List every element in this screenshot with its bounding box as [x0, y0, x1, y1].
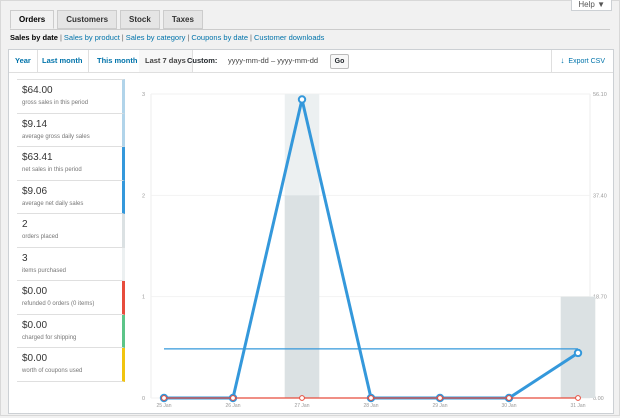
legend-item-shipping[interactable]: $0.00 charged for shipping [17, 314, 125, 348]
data-point [297, 95, 307, 104]
x-tick-label: 26 Jan [225, 403, 240, 409]
range-last-7-days[interactable]: Last 7 days [139, 50, 193, 72]
legend-label: orders placed [22, 234, 59, 240]
chart-bar [284, 195, 320, 398]
date-range-bar: Year Last month This month Last 7 days C… [9, 50, 613, 73]
legend-label: average gross daily sales [22, 133, 90, 140]
legend-value: $0.00 [22, 286, 48, 297]
data-point [161, 395, 167, 401]
x-tick-label: 28 Jan [363, 403, 378, 409]
legend-label: worth of coupons used [22, 368, 83, 374]
custom-range-inputs: yyyy-mm-dd – yyyy-mm-dd [228, 50, 318, 72]
range-this-month[interactable]: This month [91, 50, 145, 72]
custom-end-date-input[interactable]: yyyy-mm-dd [277, 56, 318, 65]
series-line [164, 99, 579, 400]
legend-value: 3 [22, 252, 28, 264]
custom-start-date-input[interactable]: yyyy-mm-dd [228, 56, 269, 65]
legend-value: $64.00 [22, 85, 53, 96]
y-left-tick-label: 2 [142, 193, 145, 199]
sales-chart-svg: 01230.0018.7037.4056.1025 Jan 26 Jan 27 Ja… [142, 92, 607, 409]
legend-value: 2 [22, 219, 28, 230]
legend-item-average-gross[interactable]: $9.14 average gross daily sales [17, 113, 125, 147]
chart-bar [560, 296, 596, 398]
custom-go-button[interactable]: Go [330, 54, 349, 69]
legend-value: $0.00 [22, 319, 48, 331]
legend-label: gross sales in this period [22, 100, 89, 106]
range-last-month[interactable]: Last month [36, 50, 90, 72]
sublink-sales-by-product[interactable]: Sales by product [64, 33, 120, 42]
data-point [437, 395, 443, 401]
data-point [368, 395, 374, 401]
tab-divider [10, 29, 610, 30]
y-left-tick-label: 0 [142, 396, 145, 402]
help-tab[interactable]: Help ▼ [571, 0, 612, 11]
chart-legend: $64.00 gross sales in this period $9.14 … [17, 79, 125, 382]
legend-label: charged for shipping [22, 334, 77, 341]
legend-label: net sales in this period [22, 167, 82, 173]
legend-label: items purchased [22, 267, 67, 274]
legend-value: $63.41 [22, 152, 53, 163]
custom-range-separator: – [270, 56, 276, 65]
legend-value: $9.14 [22, 118, 48, 130]
legend-item-gross-sales[interactable]: $64.00 gross sales in this period [17, 79, 125, 114]
custom-range-label: Custom: [187, 56, 218, 65]
tab-stock[interactable]: Stock [120, 10, 160, 29]
sublink-coupons-by-date[interactable]: Coupons by date [191, 33, 248, 42]
legend-item-items-purchased[interactable]: 3 items purchased [17, 247, 125, 281]
data-point [230, 395, 236, 401]
download-arrow-icon: ↓ [560, 56, 565, 65]
tab-orders[interactable]: Orders [10, 10, 55, 29]
x-tick-label: 31 Jan [570, 403, 585, 409]
legend-label: refunded 0 orders (0 items) [22, 301, 95, 307]
data-point [573, 348, 583, 358]
legend-item-coupons[interactable]: $0.00 worth of coupons used [17, 348, 125, 382]
legend-label: average net daily sales [22, 200, 84, 207]
legend-item-average-net[interactable]: $9.06 average net daily sales [17, 180, 125, 214]
tab-taxes[interactable]: Taxes [162, 10, 203, 29]
x-tick-label: 25 Jan [156, 403, 171, 409]
export-csv-label: Export CSV [568, 58, 605, 65]
legend-value: $0.00 [22, 353, 48, 364]
legend-item-orders-placed[interactable]: 2 orders placed [17, 214, 125, 248]
x-tick-label: 30 Jan [501, 403, 516, 409]
x-tick-label: 27 Jan [294, 403, 309, 409]
x-tick-label: 29 Jan [432, 403, 447, 409]
report-tabs: Orders Customers Stock Taxes [10, 10, 206, 29]
range-year[interactable]: Year [9, 50, 38, 72]
tab-customers[interactable]: Customers [57, 10, 118, 29]
data-point [575, 395, 581, 401]
legend-value: $9.06 [22, 185, 48, 197]
sublink-customer-downloads[interactable]: Customer downloads [254, 33, 324, 42]
y-right-tick-label: 37.40 [593, 193, 607, 199]
y-right-tick-label: 56.10 [593, 92, 607, 98]
export-csv-button[interactable]: ↓ Export CSV [551, 50, 613, 72]
data-point [299, 395, 305, 401]
legend-item-net-sales[interactable]: $63.41 net sales in this period [17, 147, 125, 181]
sublink-sales-by-category[interactable]: Sales by category [126, 33, 186, 42]
data-point [506, 395, 512, 401]
report-panel: Year Last month This month Last 7 days C… [8, 49, 614, 414]
sublink-sales-by-date: Sales by date [10, 33, 58, 42]
y-left-tick-label: 1 [142, 295, 145, 301]
y-left-tick-label: 3 [142, 92, 145, 98]
report-sublinks: Sales by date | Sales by product | Sales by … [10, 33, 325, 42]
sales-chart: 0 1 2 3 0.00 18.70 37.40 56.10 25 Jan 26 Jan 27 Ja… [132, 72, 613, 413]
legend-item-refunded[interactable]: $0.00 refunded 0 orders (0 items) [17, 281, 125, 315]
